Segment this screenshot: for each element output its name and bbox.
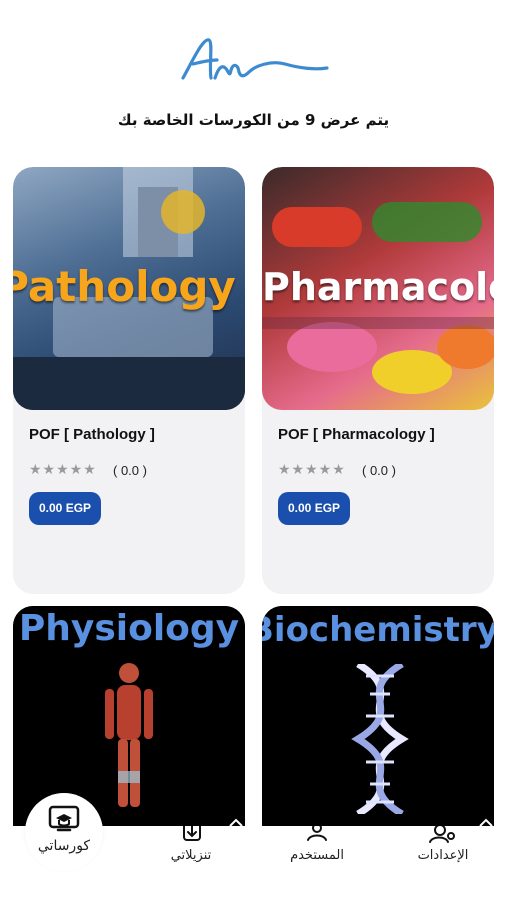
course-card-biochemistry[interactable]: Biochemistry: [262, 606, 494, 846]
download-icon: [183, 826, 201, 841]
courses-count-text: يتم عرض 9 من الكورسات الخاصة بك: [117, 111, 390, 129]
nav-user-label: المستخدم: [290, 848, 344, 863]
course-title: POF [ Pharmacology ]: [278, 426, 435, 443]
app-logo: [181, 38, 329, 80]
course-thumbnail-title: Pharmacology: [262, 265, 494, 309]
settings-icon: [429, 826, 455, 843]
rating-stars: ★★★★★: [278, 462, 346, 478]
course-title: POF [ Pathology ]: [29, 426, 155, 443]
user-icon: [307, 826, 327, 841]
course-thumbnail: Pathology: [13, 167, 245, 410]
price-badge[interactable]: 0.00 EGP: [29, 492, 102, 525]
chevron-up-icon: [229, 818, 243, 827]
courses-icon: [48, 805, 80, 832]
course-thumbnail-title: Pathology: [13, 262, 236, 311]
nav-my-courses-label: كورساتي: [37, 838, 91, 854]
rating-stars: ★★★★★: [29, 462, 97, 478]
rating-value: ( 0.0 ): [113, 463, 147, 478]
rating-value: ( 0.0 ): [362, 463, 396, 478]
course-thumbnail: Pharmacology: [262, 167, 494, 410]
nav-settings-label: الإعدادات: [417, 848, 469, 863]
dna-helix-image: [351, 664, 409, 814]
course-thumbnail-title: Physiology: [18, 608, 240, 649]
nav-downloads[interactable]: تنزيلاتي: [136, 826, 246, 900]
nav-user[interactable]: المستخدم: [262, 826, 372, 900]
course-thumbnail-title: Biochemistry: [262, 610, 494, 650]
price-badge[interactable]: 0.00 EGP: [278, 492, 351, 525]
nav-settings[interactable]: الإعدادات: [388, 826, 498, 900]
nav-my-courses[interactable]: [25, 793, 103, 871]
chevron-up-icon: [479, 818, 493, 827]
course-card-pathology[interactable]: Pathology POF [ Pathology ] ★★★★★ ( 0.0 …: [13, 167, 245, 594]
nav-downloads-label: تنزيلاتي: [170, 848, 212, 863]
course-card-pharmacology[interactable]: Pharmacology POF [ Pharmacology ] ★★★★★ …: [262, 167, 494, 594]
course-thumbnail: Biochemistry: [262, 606, 494, 846]
human-anatomy-image: [105, 663, 153, 807]
